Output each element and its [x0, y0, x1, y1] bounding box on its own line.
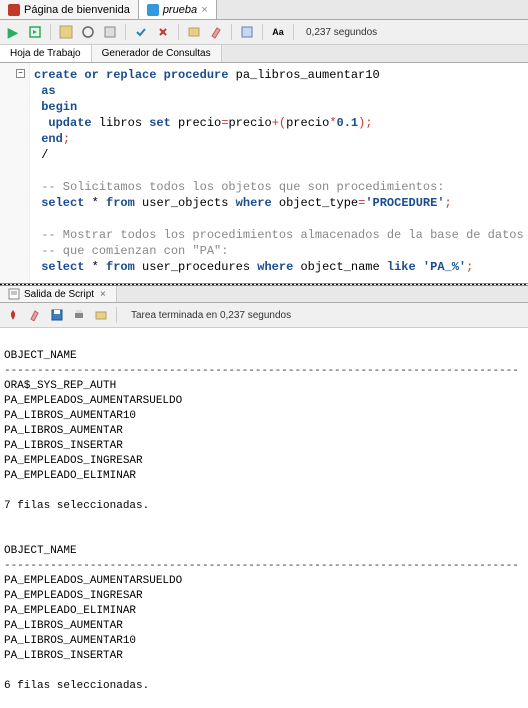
- clear-output-button[interactable]: [26, 306, 44, 324]
- output-line: PA_LIBROS_INSERTAR: [4, 650, 123, 662]
- output-line: 6 filas seleccionadas.: [4, 680, 149, 692]
- autotrace-button[interactable]: [79, 23, 97, 41]
- output-line: PA_LIBROS_AUMENTAR10: [4, 410, 136, 422]
- main-toolbar: ▶ Aa 0,237 segundos: [0, 20, 528, 45]
- output-line: PA_EMPLEADOS_INGRESAR: [4, 590, 143, 602]
- separator: [116, 307, 117, 323]
- save-output-button[interactable]: [48, 306, 66, 324]
- output-line: OBJECT_NAME: [4, 350, 77, 362]
- output-line: OBJECT_NAME: [4, 545, 77, 557]
- script-output-icon: [8, 288, 20, 300]
- separator: [293, 24, 294, 40]
- output-line: PA_EMPLEADOS_AUMENTARSUELDO: [4, 575, 182, 587]
- separator: [125, 24, 126, 40]
- output-line: PA_EMPLEADOS_INGRESAR: [4, 455, 143, 467]
- open-file-button[interactable]: [92, 306, 110, 324]
- output-tab-label: Salida de Script: [24, 289, 94, 300]
- subtab-query-builder[interactable]: Generador de Consultas: [92, 45, 222, 62]
- file-tabs: Página de bienvenida prueba ×: [0, 0, 528, 20]
- sql-history-button[interactable]: [238, 23, 256, 41]
- output-line: 7 filas seleccionadas.: [4, 500, 149, 512]
- tab-label: Página de bienvenida: [24, 4, 130, 16]
- subtab-worksheet[interactable]: Hoja de Trabajo: [0, 45, 92, 62]
- code-editor[interactable]: − create or replace procedure pa_libros_…: [0, 63, 528, 283]
- output-tab-script[interactable]: Salida de Script ×: [0, 286, 117, 302]
- clear-button[interactable]: [207, 23, 225, 41]
- output-line: ORA$_SYS_REP_AUTH: [4, 380, 116, 392]
- editor-gutter: −: [0, 63, 30, 283]
- output-line: PA_EMPLEADO_ELIMINAR: [4, 605, 136, 617]
- separator: [50, 24, 51, 40]
- code-content: create or replace procedure pa_libros_au…: [34, 67, 528, 275]
- output-toolbar: Tarea terminada en 0,237 segundos: [0, 303, 528, 328]
- separator: [231, 24, 232, 40]
- output-status: Tarea terminada en 0,237 segundos: [131, 310, 291, 321]
- tab-label: prueba: [163, 4, 197, 16]
- output-line: ----------------------------------------…: [4, 365, 519, 377]
- output-line: PA_EMPLEADOS_AUMENTARSUELDO: [4, 395, 182, 407]
- tab-welcome[interactable]: Página de bienvenida: [0, 0, 139, 19]
- tab-dirty-icon: ×: [201, 4, 207, 16]
- separator: [178, 24, 179, 40]
- output-body[interactable]: OBJECT_NAME ----------------------------…: [0, 328, 528, 708]
- run-script-button[interactable]: [26, 23, 44, 41]
- output-line: PA_EMPLEADO_ELIMINAR: [4, 470, 136, 482]
- commit-button[interactable]: [132, 23, 150, 41]
- output-tabs: Salida de Script ×: [0, 286, 528, 303]
- fold-toggle[interactable]: −: [16, 69, 25, 78]
- rollback-button[interactable]: [154, 23, 172, 41]
- output-line: PA_LIBROS_AUMENTAR: [4, 620, 123, 632]
- run-button[interactable]: ▶: [4, 23, 22, 41]
- sql-file-icon: [147, 4, 159, 16]
- separator: [262, 24, 263, 40]
- pin-button[interactable]: [4, 306, 22, 324]
- output-line: PA_LIBROS_INSERTAR: [4, 440, 123, 452]
- tab-file[interactable]: prueba ×: [139, 0, 217, 19]
- oracle-icon: [8, 4, 20, 16]
- output-line: ----------------------------------------…: [4, 560, 519, 572]
- output-line: PA_LIBROS_AUMENTAR: [4, 425, 123, 437]
- output-line: PA_LIBROS_AUMENTAR10: [4, 635, 136, 647]
- unshared-button[interactable]: [185, 23, 203, 41]
- explain-plan-button[interactable]: [57, 23, 75, 41]
- close-icon[interactable]: ×: [98, 289, 108, 300]
- toolbar-status: 0,237 segundos: [306, 27, 377, 38]
- print-button[interactable]: [70, 306, 88, 324]
- sql-tuning-button[interactable]: [101, 23, 119, 41]
- editor-subtabs: Hoja de Trabajo Generador de Consultas: [0, 45, 528, 63]
- case-button[interactable]: Aa: [269, 23, 287, 41]
